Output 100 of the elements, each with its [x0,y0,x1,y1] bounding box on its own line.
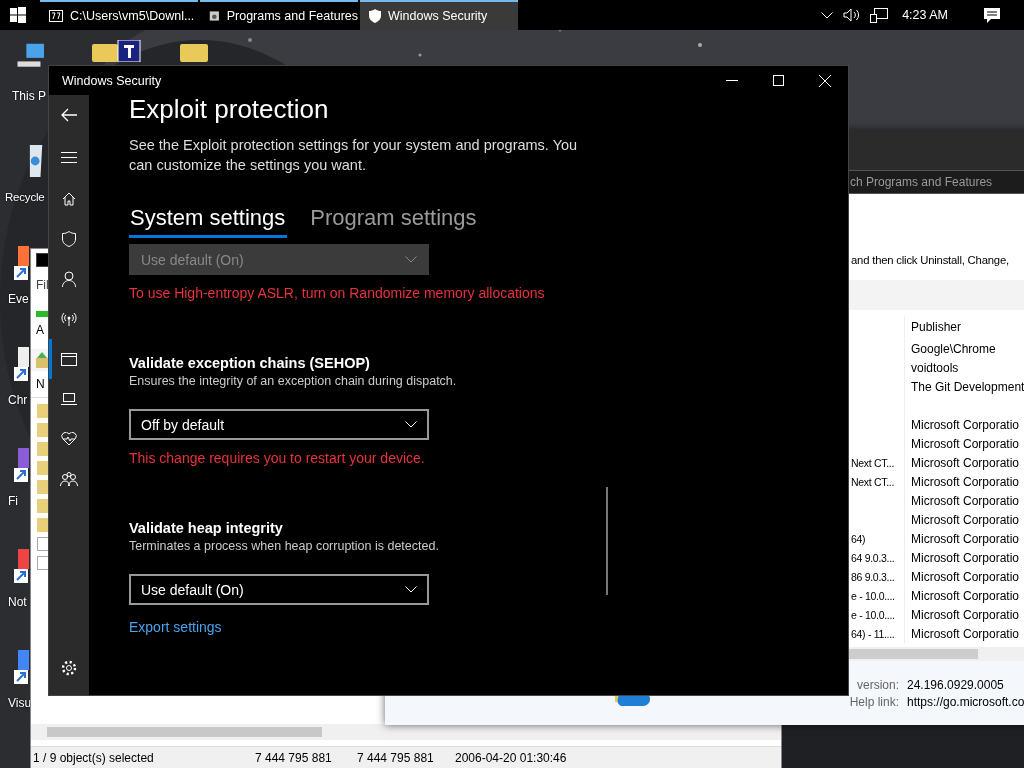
notification-icon[interactable] [984,7,1000,23]
description-text: See the Exploit protection settings for your system and programs. You can customize the settings you want. [129,136,579,175]
file-icon [37,537,49,551]
horizontal-scrollbar[interactable] [849,647,1024,661]
folder-icon [37,480,49,494]
publisher-cell: Microsoft Corporatio [911,531,1020,546]
taskbar-button[interactable]: Windows Security [360,0,518,30]
export-settings-link[interactable]: Export settings [129,619,222,635]
folder-up-icon[interactable] [36,352,48,368]
detail-label: version: [855,677,899,692]
menu-icon[interactable] [61,152,77,163]
folder-icon[interactable] [92,40,142,62]
desktop-icon-label[interactable]: Visu [8,696,32,710]
chevron-down-icon [405,421,417,428]
column-header[interactable]: N [36,377,45,391]
publisher-cell: Microsoft Corporatio [911,512,1020,527]
home-icon [62,192,76,206]
browser-window-icon [61,352,77,366]
folder-icon [37,442,49,456]
publisher-cell: Microsoft Corporatio [911,569,1020,584]
publisher-cell: The Git Development [911,379,1024,394]
shield-icon [62,231,76,247]
program-name[interactable]: e - 10.0.... [851,589,895,602]
folder-icon[interactable] [180,42,208,62]
search-field[interactable]: ch Programs and Features [849,170,1024,194]
desktop-icon-label[interactable]: This P [12,89,46,103]
chevron-down-icon [405,586,417,593]
setting-title: Validate heap integrity [129,519,284,537]
start-icon[interactable] [10,7,26,23]
status-text: 1 / 9 object(s) selected [33,751,155,765]
folder-icon [37,461,49,475]
publisher-cell: Microsoft Corporatio [911,455,1020,470]
desktop-icon-label[interactable]: Chr [8,393,28,407]
status-text: 7 444 795 881 [255,751,333,765]
status-text: 7 444 795 881 [357,751,435,765]
folder-icon [37,404,49,418]
dropdown[interactable]: Use default (On) [129,574,429,605]
shield-icon [369,9,381,23]
publisher-cell: voidtools [911,360,959,375]
page-heading: Exploit protection [129,95,330,123]
tab[interactable]: Program settings [309,205,479,238]
desktop-icon-label[interactable]: Not [8,595,27,609]
publisher-cell: Microsoft Corporatio [911,493,1020,508]
menu-item[interactable]: Fil [36,278,49,292]
clock-time[interactable]: 4:23 AM [902,8,948,22]
file-icon [37,556,49,570]
error-message: To use High-entropy ASLR, turn on Randomize memory allocations [129,284,546,302]
window-title: Windows Security [61,73,162,88]
publisher-cell: Microsoft Corporatio [911,550,1020,565]
publisher-cell: Google\Chrome [911,341,996,356]
back-arrow-icon[interactable] [61,108,77,122]
desktop-icon-label[interactable]: Recycle [5,191,45,203]
setting-description: Terminates a process when heap corruption is detected. [129,538,440,555]
setting-description: Ensures the integrity of an exception chain during dispatch. [129,373,458,390]
antenna-icon [61,312,77,326]
toolbar-label[interactable]: A [36,323,44,337]
program-name[interactable]: 64) [851,532,866,545]
publisher-cell: Microsoft Corporatio [911,417,1020,432]
desktop-icon-label[interactable]: Fi [8,494,18,508]
dropdown[interactable]: Off by default [129,409,429,440]
network-icon[interactable] [870,7,889,23]
horizontal-scrollbar[interactable] [31,724,781,740]
heart-pulse-icon [61,432,77,446]
detail-value: https://go.microsoft.co [907,694,1024,709]
program-name[interactable]: 64 9.0.3... [851,551,895,564]
control-panel-icon [209,9,220,23]
settings-icon[interactable] [61,660,77,676]
program-name[interactable]: Next CT... [851,475,895,488]
error-message: This change requires you to restart your device. [129,449,426,467]
desktop-icon-label[interactable]: Eve [8,292,29,306]
program-name[interactable]: 86 9.0.3... [851,570,895,583]
tab[interactable]: System settings [129,205,288,238]
status-text: 2006-04-20 01:30:46 [455,751,568,765]
program-name[interactable]: e - 10.0.... [851,608,895,621]
column-header[interactable]: Publisher [905,320,1024,334]
people-icon [60,471,78,487]
speaker-icon[interactable] [843,8,861,22]
instruction-text: and then click Uninstall, Change, [851,254,1009,266]
publisher-cell: Microsoft Corporatio [911,474,1020,489]
laptop-icon [61,393,77,405]
program-name[interactable]: Next CT... [851,456,895,469]
person-icon [62,271,76,287]
close-icon[interactable] [819,74,831,87]
setting-title: Validate exception chains (SEHOP) [129,354,371,372]
scrollbar[interactable] [606,487,608,595]
publisher-cell: Microsoft Corporatio [911,436,1020,451]
detail-label: Help link: [848,694,899,709]
folder-icon [37,423,49,437]
maximize-icon[interactable] [773,75,784,86]
publisher-cell: Microsoft Corporatio [911,607,1020,622]
chevron-up-icon[interactable] [821,11,834,19]
publisher-cell: Microsoft Corporatio [911,626,1020,641]
program-name[interactable]: 64) - 11.... [851,627,895,640]
publisher-cell: Microsoft Corporatio [911,588,1020,603]
folder-icon [37,518,49,532]
minimize-icon[interactable] [726,79,738,82]
archive-icon [49,10,63,22]
folder-icon [37,499,49,513]
detail-value: 24.196.0929.0005 [907,677,1005,692]
chevron-down-icon [405,256,417,263]
